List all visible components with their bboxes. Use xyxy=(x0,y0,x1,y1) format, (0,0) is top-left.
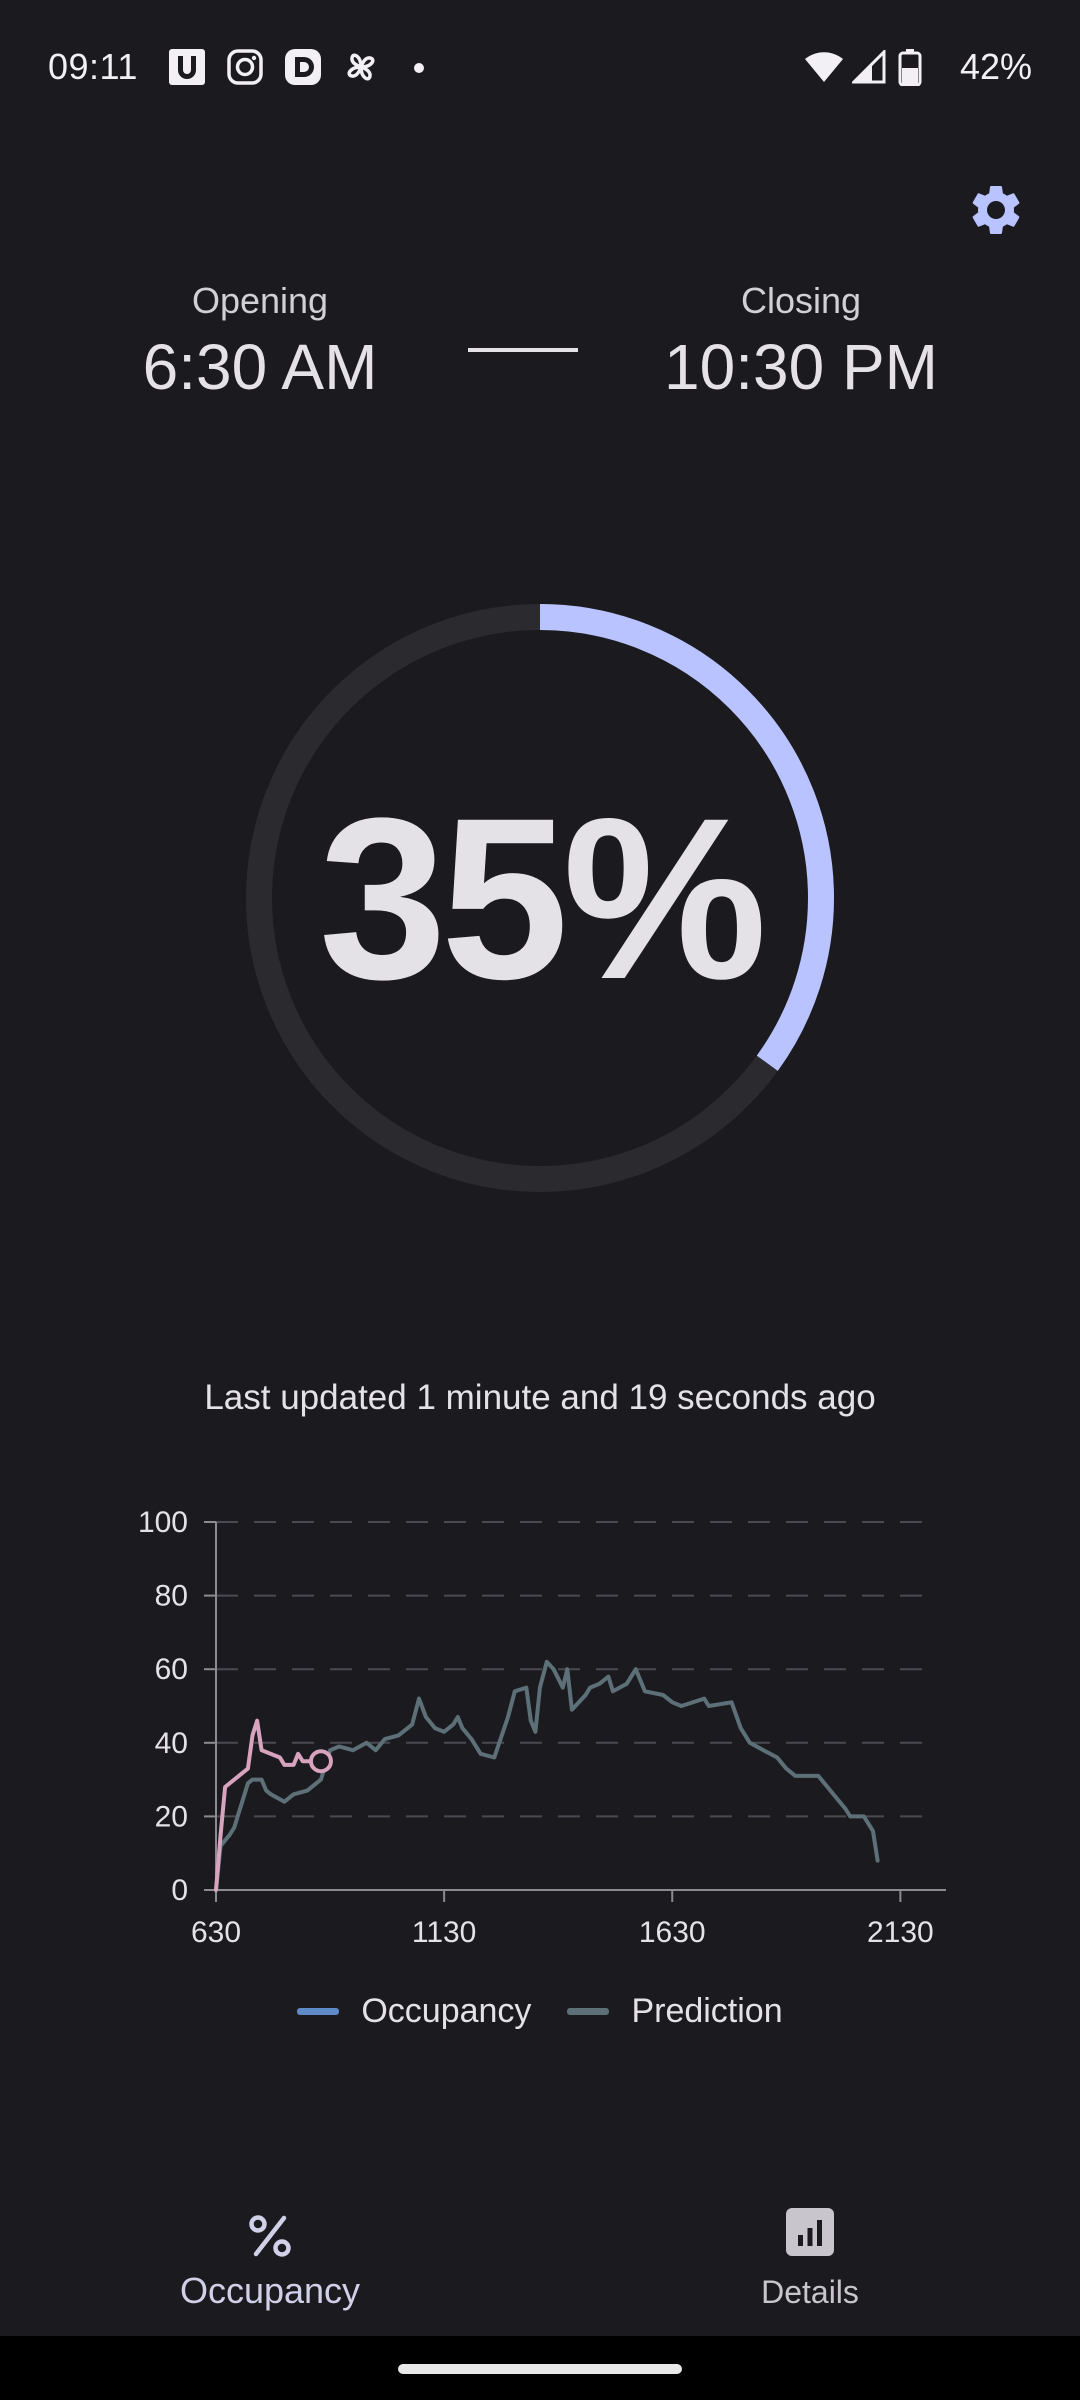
y-tick-label: 20 xyxy=(155,1800,188,1833)
hours-divider xyxy=(468,348,578,352)
legend-occupancy-swatch xyxy=(297,2007,340,2015)
u-app-icon xyxy=(169,49,205,85)
x-tick-label: 1130 xyxy=(412,1916,477,1949)
pinwheel-icon xyxy=(347,53,375,81)
closing-label: Closing xyxy=(740,280,862,321)
occupancy-percent: 35% xyxy=(318,769,767,1027)
dot-icon xyxy=(414,63,424,73)
status-bar: 09:11 42% xyxy=(0,0,1080,136)
wifi-icon xyxy=(805,52,843,82)
y-tick-label: 100 xyxy=(138,1506,188,1539)
status-time: 09:11 xyxy=(48,46,138,87)
nav-details-label: Details xyxy=(761,2274,859,2310)
percent-icon xyxy=(249,2215,291,2257)
home-gesture-handle[interactable] xyxy=(398,2364,682,2374)
instagram-icon xyxy=(227,49,263,85)
x-tick-label: 2130 xyxy=(867,1916,934,1949)
chart-legend: Occupancy Prediction xyxy=(0,1986,1080,2036)
gear-icon[interactable] xyxy=(966,180,1026,240)
nav-item-occupancy[interactable]: Occupancy xyxy=(100,2176,440,2336)
y-tick-label: 60 xyxy=(155,1653,188,1686)
series-prediction-line xyxy=(214,1659,880,1892)
y-tick-label: 80 xyxy=(155,1580,188,1613)
dp-app-icon xyxy=(285,49,321,85)
bottom-navigation: Occupancy Details xyxy=(0,2176,1080,2336)
legend-occupancy-label: Occupancy xyxy=(361,1991,532,2030)
gesture-navigation-bar xyxy=(0,2336,1080,2400)
series-occupancy-line xyxy=(214,1718,323,1892)
battery-percent: 42% xyxy=(959,46,1032,87)
nav-item-details[interactable]: Details xyxy=(640,2176,980,2336)
legend-occupancy[interactable]: Occupancy xyxy=(297,1986,531,2036)
series-occupancy-current-point xyxy=(308,1749,333,1774)
legend-prediction[interactable]: Prediction xyxy=(567,1986,783,2036)
legend-prediction-label: Prediction xyxy=(631,1991,783,2030)
battery-icon xyxy=(898,49,922,86)
closing-block: Closing 10:30 PM xyxy=(591,280,1011,404)
opening-time: 6:30 AM xyxy=(142,331,378,403)
legend-prediction-swatch xyxy=(567,2007,610,2015)
closing-time: 10:30 PM xyxy=(664,331,938,403)
bar-chart-icon xyxy=(786,2208,834,2256)
opening-block: Opening 6:30 AM xyxy=(50,280,470,404)
x-tick-label: 1630 xyxy=(639,1916,706,1949)
y-tick-label: 0 xyxy=(171,1874,188,1907)
x-tick-label: 630 xyxy=(191,1916,241,1949)
cellular-signal-icon xyxy=(852,50,886,84)
last-updated-text: Last updated 1 minute and 19 seconds ago xyxy=(204,1378,876,1417)
y-tick-label: 40 xyxy=(155,1727,188,1760)
nav-occupancy-label: Occupancy xyxy=(179,2270,361,2311)
occupancy-chart: 0 20 40 60 80 100 630 1130 1630 2130 xyxy=(138,1506,946,1949)
opening-label: Opening xyxy=(191,280,329,321)
